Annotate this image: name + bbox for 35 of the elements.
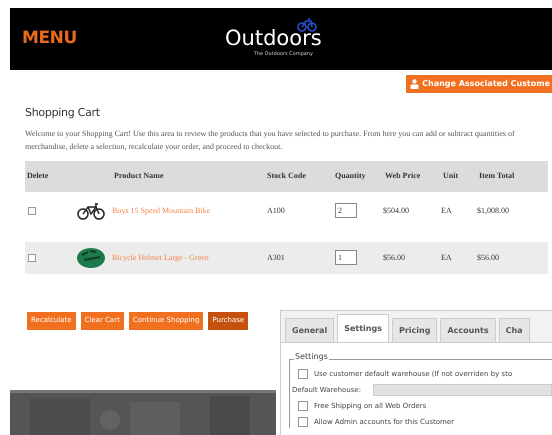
column-header: Web Price xyxy=(384,170,420,182)
dialog-tab[interactable]: General xyxy=(285,318,334,342)
table-cell-text: A100 xyxy=(266,204,285,216)
delete-checkbox[interactable] xyxy=(28,254,36,262)
dialog-tab[interactable]: Settings xyxy=(337,314,389,342)
dialog-tab[interactable]: Pricing xyxy=(392,318,438,342)
page-title: Shopping Cart xyxy=(25,105,101,121)
table-cell: EA xyxy=(441,252,452,264)
table-cell: $1,008.00 xyxy=(477,204,509,216)
delete-checkbox[interactable] xyxy=(28,206,36,214)
dialog-tab[interactable]: Accounts xyxy=(440,318,496,342)
table-cell: EA xyxy=(441,204,452,216)
column-header: Unit xyxy=(442,170,458,182)
column-header: Item Total xyxy=(478,170,514,182)
logo-text: Outdoors xyxy=(225,28,322,49)
checkbox[interactable] xyxy=(298,417,308,427)
column-header: Delete xyxy=(26,170,48,182)
table-cell: $56.00 xyxy=(383,252,405,264)
user-icon xyxy=(410,79,420,89)
menu-link[interactable]: MENU xyxy=(22,26,77,52)
table-cell-text: A301 xyxy=(266,252,285,264)
column-header: Quantity xyxy=(334,170,366,182)
checkbox[interactable] xyxy=(298,369,308,379)
bicycle-icon xyxy=(76,202,106,220)
table-cell: $504.00 xyxy=(383,204,409,216)
column-header: Stock Code xyxy=(266,170,306,182)
column-header: Product Name xyxy=(113,170,164,182)
dialog-tab[interactable]: Cha xyxy=(498,318,530,342)
cart-intro: Welcome to your Shopping Cart! Use this area to review the products that you have selected to purchase. From here you can add or subtract quantities of merchandise, delete a selection, recalculate your order, and proceed to checkout. xyxy=(25,128,516,152)
table-cell: $56.00 xyxy=(477,252,499,264)
group-title: Settings xyxy=(294,353,329,361)
quantity-field[interactable]: 2 xyxy=(335,203,357,218)
helmet-icon xyxy=(76,246,106,268)
checkbox[interactable] xyxy=(298,401,308,411)
quantity-field[interactable]: 1 xyxy=(335,250,357,265)
